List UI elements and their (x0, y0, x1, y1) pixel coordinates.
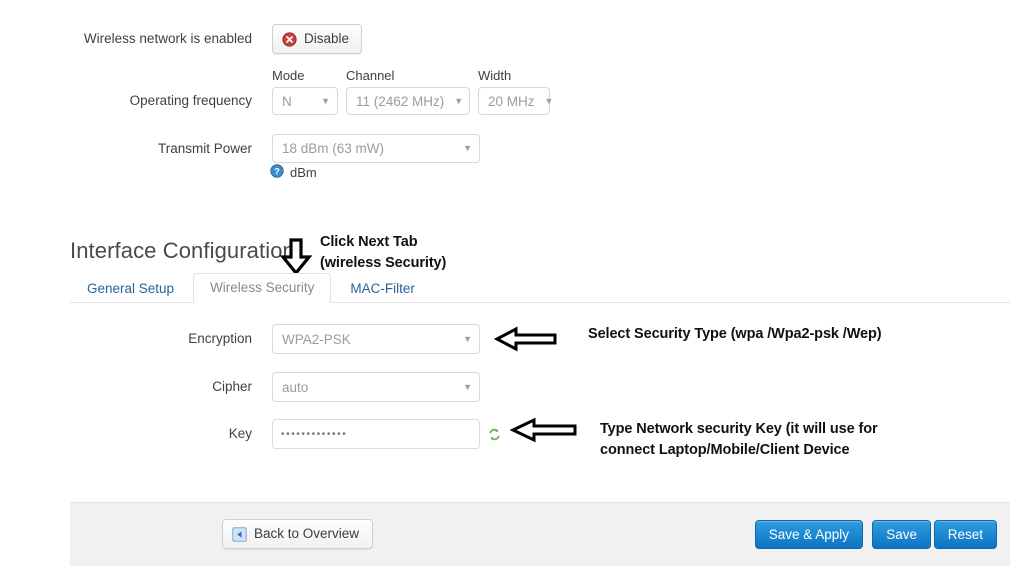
key-input-value: ••••••••••••• (281, 428, 348, 440)
width-column-header: Width (478, 68, 512, 83)
tab-hint-line-2: (wireless Security) (320, 255, 447, 271)
disable-button-label: Disable (304, 31, 350, 46)
encryption-row: Encryption WPA2-PSK ▼ (70, 324, 480, 354)
key-row: Key ••••••••••••• (70, 419, 501, 449)
arrow-left-icon (493, 326, 558, 357)
disable-octagon-icon (282, 31, 297, 47)
frequency-selects: Mode N ▼ Channel 11 (2462 MHz) ▼ Width 2… (272, 68, 553, 115)
operating-frequency-label: Operating frequency (129, 93, 252, 108)
mode-column-header: Mode (272, 68, 305, 83)
interface-config-tabs: General Setup Wireless Security MAC-Filt… (70, 273, 1010, 303)
key-input[interactable]: ••••••••••••• (272, 419, 480, 449)
width-group: Width 20 MHz ▼ (478, 68, 553, 115)
dbm-help-row: ? dBm (270, 164, 317, 181)
key-hint-annotation: Type Network security Key (it will use f… (600, 419, 878, 461)
help-question-icon: ? (270, 164, 284, 181)
cipher-label: Cipher (212, 379, 252, 394)
transmit-power-select[interactable]: 18 dBm (63 mW) ▼ (272, 134, 480, 163)
chevron-down-icon: ▼ (454, 95, 464, 106)
width-select[interactable]: 20 MHz ▼ (478, 87, 553, 115)
encryption-hint-annotation: Select Security Type (wpa /Wpa2-psk /Wep… (588, 326, 882, 342)
mode-select-value: N (282, 93, 292, 109)
back-to-overview-button[interactable]: Back to Overview (222, 519, 374, 549)
cipher-select-value: auto (282, 379, 309, 395)
chevron-down-icon: ▼ (463, 381, 472, 392)
width-select-value: 20 MHz (488, 93, 535, 109)
cipher-row: Cipher auto ▼ (70, 372, 480, 402)
arrow-left-icon (509, 417, 578, 448)
chevron-down-icon: ▼ (463, 143, 472, 153)
back-to-overview-label: Back to Overview (254, 526, 360, 541)
svg-text:?: ? (274, 166, 280, 176)
encryption-select[interactable]: WPA2-PSK ▼ (272, 324, 480, 354)
back-arrow-icon (232, 526, 247, 542)
wireless-enabled-row: Wireless network is enabled Disable (70, 24, 363, 54)
tab-mac-filter[interactable]: MAC-Filter (333, 274, 432, 303)
transmit-power-value: 18 dBm (63 mW) (282, 141, 385, 156)
refresh-reveal-icon[interactable] (488, 428, 501, 441)
chevron-down-icon: ▼ (321, 95, 330, 106)
key-label: Key (228, 426, 252, 441)
footer-action-bar: Back to Overview Save & Apply Save Reset (70, 502, 1010, 566)
chevron-down-icon: ▼ (544, 95, 554, 106)
page-title: Interface Configuration (70, 238, 295, 263)
transmit-power-label: Transmit Power (157, 141, 252, 156)
cipher-select[interactable]: auto ▼ (272, 372, 480, 402)
mode-select[interactable]: N ▼ (272, 87, 338, 115)
channel-select[interactable]: 11 (2462 MHz) ▼ (346, 87, 470, 115)
tab-hint-annotation: Click Next Tab (wireless Security) (320, 232, 446, 274)
transmit-power-row: Transmit Power 18 dBm (63 mW) ▼ (70, 134, 480, 164)
tab-wireless-security[interactable]: Wireless Security (193, 273, 332, 303)
wireless-settings-page: Wireless network is enabled Disable Oper… (0, 0, 1024, 573)
save-button[interactable]: Save (872, 520, 931, 549)
reset-button[interactable]: Reset (933, 520, 997, 549)
wireless-enabled-label: Wireless network is enabled (83, 31, 252, 46)
key-hint-line-2: connect Laptop/Mobile/Client Device (600, 442, 850, 458)
encryption-label: Encryption (188, 331, 252, 346)
channel-column-header: Channel (346, 68, 395, 83)
key-hint-line-1: Type Network security Key (it will use f… (600, 421, 878, 437)
save-apply-button[interactable]: Save & Apply (754, 520, 863, 549)
dbm-help-text: dBm (290, 165, 317, 180)
mode-group: Mode N ▼ (272, 68, 338, 115)
encryption-select-value: WPA2-PSK (282, 331, 351, 347)
tab-general-setup[interactable]: General Setup (70, 274, 191, 303)
channel-group: Channel 11 (2462 MHz) ▼ (346, 68, 470, 115)
channel-select-value: 11 (2462 MHz) (356, 93, 445, 109)
operating-frequency-row: Operating frequency Mode N ▼ Channel 11 … (70, 68, 553, 116)
tab-hint-line-1: Click Next Tab (320, 234, 418, 250)
chevron-down-icon: ▼ (463, 333, 472, 344)
disable-button[interactable]: Disable (272, 24, 363, 54)
